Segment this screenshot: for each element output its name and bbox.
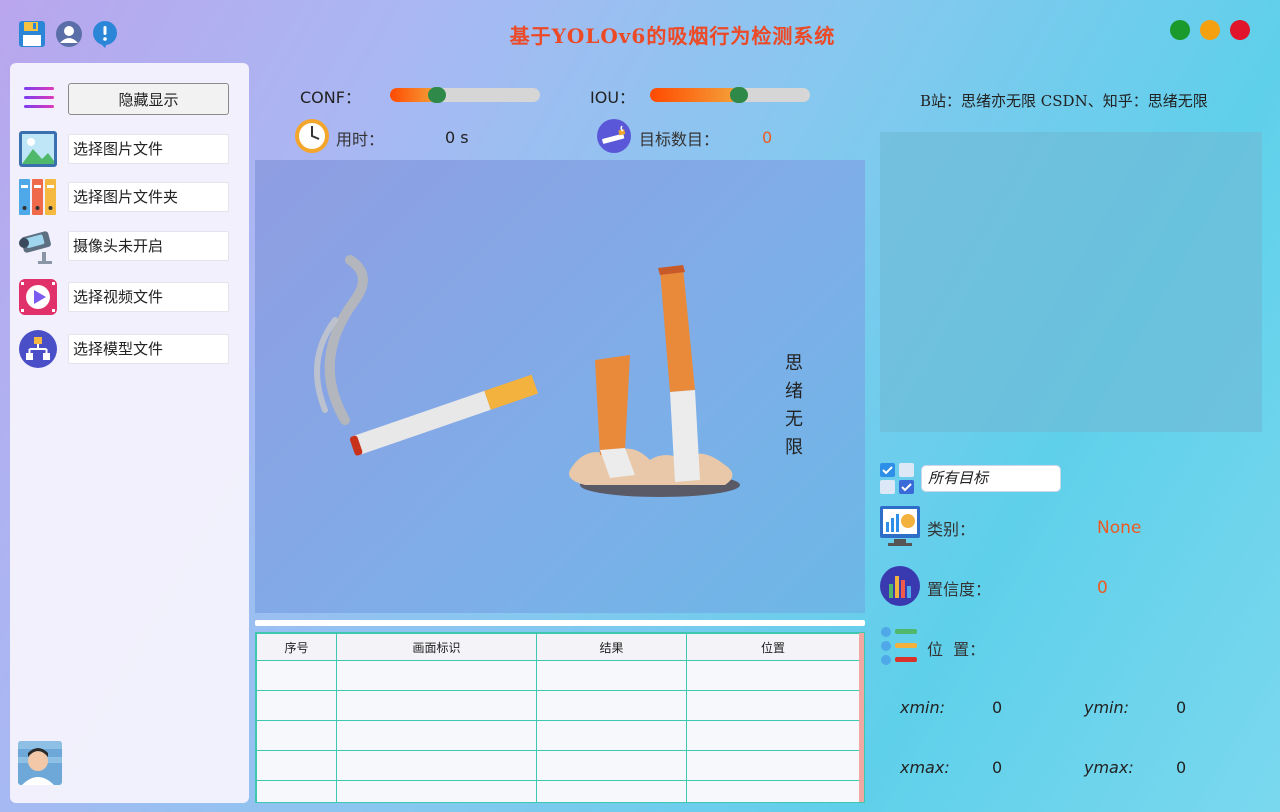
sidebar-item-label: 选择模型文件 xyxy=(68,334,229,364)
time-value: 0 s xyxy=(445,128,469,147)
ymax-value: 0 xyxy=(1176,758,1187,777)
checkbox-list-icon xyxy=(880,463,916,495)
confidence-label: 置信度： xyxy=(927,580,992,599)
table-row[interactable] xyxy=(256,780,860,802)
sidebar-item-select-image[interactable]: 选择图片文件 xyxy=(18,129,242,169)
image-file-icon xyxy=(18,129,58,169)
sidebar-item-camera[interactable]: 摄像头未开启 xyxy=(18,226,242,266)
class-label: 类别： xyxy=(927,520,976,539)
confidence-value: 0 xyxy=(1097,578,1108,598)
column-header-index[interactable]: 序号 xyxy=(256,633,337,661)
table-row[interactable] xyxy=(256,690,860,721)
iou-slider-handle[interactable] xyxy=(730,87,748,103)
time-label: 用时： xyxy=(336,130,385,149)
ymax-label: ymax: xyxy=(1084,758,1134,777)
conf-slider-handle[interactable] xyxy=(428,87,446,103)
iou-label: IOU： xyxy=(590,88,636,107)
xmax-value: 0 xyxy=(992,758,1003,777)
sidebar-item-label: 摄像头未开启 xyxy=(68,231,229,261)
xmin-value: 0 xyxy=(992,698,1003,717)
model-network-icon xyxy=(18,329,58,369)
xmin-label: xmin: xyxy=(900,698,946,717)
hide-display-button[interactable]: 隐藏显示 xyxy=(68,83,229,115)
maximize-button[interactable] xyxy=(1170,20,1190,40)
image-display: 思 绪 无 限 xyxy=(255,160,865,613)
sidebar-item-label: 选择图片文件 xyxy=(68,134,229,164)
ymin-label: ymin: xyxy=(1084,698,1130,717)
minimize-button[interactable] xyxy=(1200,20,1220,40)
sidebar: 隐藏显示 选择图片文件 选择图片文件夹 摄像头未开启 选择视频文件 选择模型文件 xyxy=(10,63,249,803)
iou-slider[interactable] xyxy=(650,87,810,103)
table-scrollbar[interactable] xyxy=(859,633,864,802)
target-count-label: 目标数目： xyxy=(639,130,720,149)
ymin-value: 0 xyxy=(1176,698,1187,717)
clock-icon xyxy=(294,118,330,154)
column-header-result[interactable]: 结果 xyxy=(536,633,687,661)
sidebar-item-select-video[interactable]: 选择视频文件 xyxy=(18,277,242,317)
detection-preview xyxy=(880,132,1262,432)
target-select[interactable]: 所有目标 xyxy=(921,465,1061,492)
cigarette-illustration xyxy=(314,255,740,497)
iou-slider-fill xyxy=(650,88,739,102)
table-row[interactable] xyxy=(256,660,860,691)
video-play-icon xyxy=(18,277,58,317)
conf-slider[interactable] xyxy=(390,87,540,103)
credits-text: B站：思绪亦无限 CSDN、知乎：思绪无限 xyxy=(920,92,1208,110)
column-header-frame[interactable]: 画面标识 xyxy=(336,633,537,661)
position-list-icon xyxy=(880,626,920,666)
sidebar-item-label: 选择视频文件 xyxy=(68,282,229,312)
sidebar-item-label: 选择图片文件夹 xyxy=(68,182,229,212)
avatar[interactable] xyxy=(18,741,62,785)
results-table[interactable]: 序号 画面标识 结果 位置 xyxy=(255,632,865,803)
folder-binders-icon xyxy=(18,177,58,217)
target-count-value: 0 xyxy=(762,128,773,147)
cigarette-count-icon xyxy=(596,118,632,154)
watermark-text: 思 绪 无 限 xyxy=(785,353,803,458)
camera-icon xyxy=(18,226,58,266)
class-value: None xyxy=(1097,518,1142,538)
class-monitor-icon xyxy=(880,506,920,548)
close-button[interactable] xyxy=(1230,20,1250,40)
sidebar-item-select-model[interactable]: 选择模型文件 xyxy=(18,329,242,369)
column-header-position[interactable]: 位置 xyxy=(686,633,860,661)
table-row[interactable] xyxy=(256,720,860,751)
app-title: 基于YOLOv6的吸烟行为检测系统 xyxy=(509,24,836,48)
menu-icon[interactable] xyxy=(24,87,54,111)
sidebar-item-select-folder[interactable]: 选择图片文件夹 xyxy=(18,177,242,217)
progress-bar xyxy=(255,620,865,626)
position-label: 位 置： xyxy=(927,640,986,659)
table-row[interactable] xyxy=(256,750,860,781)
xmax-label: xmax: xyxy=(900,758,950,777)
conf-label: CONF： xyxy=(300,88,361,107)
confidence-chart-icon xyxy=(880,566,920,606)
